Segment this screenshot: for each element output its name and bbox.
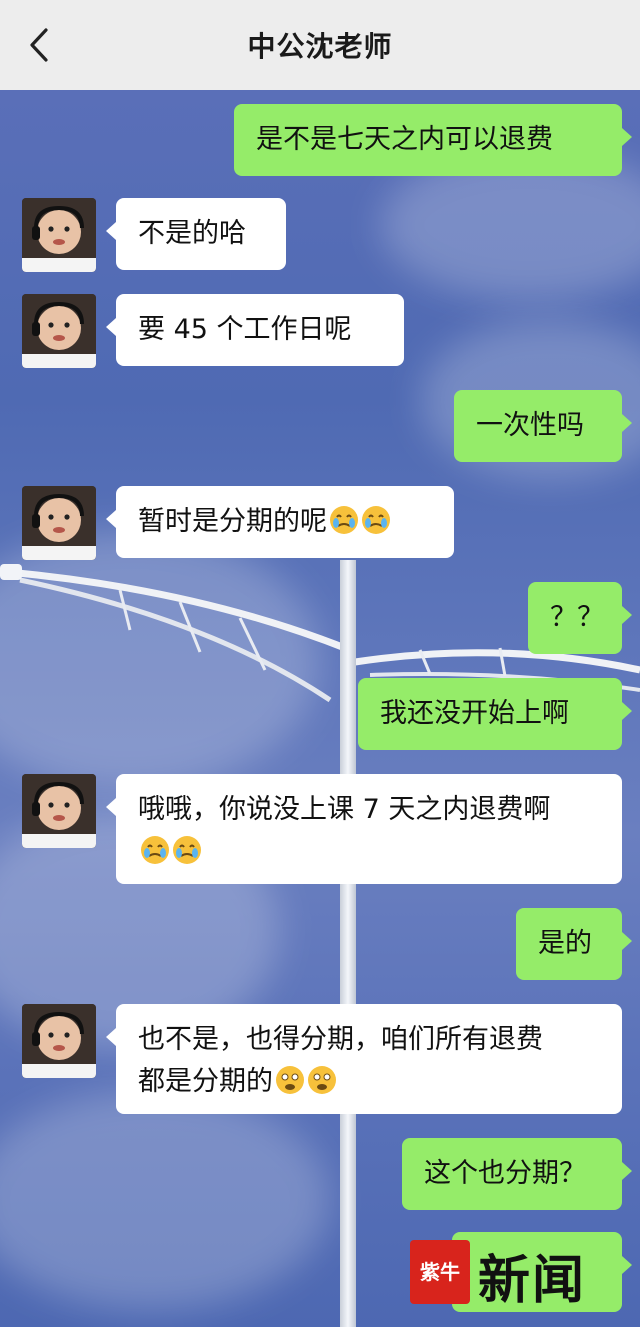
message-bubble-sent[interactable]: 一次性吗 — [454, 390, 632, 462]
message-bubble-sent[interactable]: 我还没开始上啊 — [358, 678, 632, 750]
message-text: 都是分期的 — [138, 1066, 273, 1097]
message-bubble-sent[interactable]: ？？ — [528, 582, 632, 654]
baby-avatar-icon — [22, 294, 96, 368]
avatar[interactable] — [22, 486, 96, 560]
message-text: 是不是七天之内可以退费 — [256, 124, 553, 155]
message-bubble-sent[interactable]: 是不是七天之内可以退费 — [234, 104, 632, 176]
zi-niu-logo: 紫牛 — [410, 1240, 470, 1304]
chat-header: 中公沈老师 — [0, 0, 640, 90]
message-bubble-received[interactable]: 暂时是分期的呢 — [106, 486, 454, 558]
message-text: ？？ — [550, 602, 604, 633]
message-text: 不是的哈 — [138, 218, 246, 249]
crying-face-icon — [141, 836, 169, 864]
crying-face-icon — [173, 836, 201, 864]
message-bubble-received[interactable]: 哦哦，你说没上课 7 天之内退费啊 — [106, 774, 622, 884]
avatar[interactable] — [22, 774, 96, 848]
baby-avatar-icon — [22, 774, 96, 848]
lamp-pole — [340, 560, 356, 1327]
avatar[interactable] — [22, 198, 96, 272]
crying-face-icon — [330, 506, 358, 534]
message-text: 我还没开始上啊 — [380, 698, 569, 729]
message-bubble-received[interactable]: 不是的哈 — [106, 198, 286, 270]
message-bubble-sent[interactable]: 是的 — [516, 908, 632, 980]
back-arrow-icon[interactable] — [22, 26, 58, 64]
message-text: 这个也分期？ — [424, 1158, 586, 1189]
chat-title: 中公沈老师 — [247, 30, 393, 63]
message-bubble-sent[interactable]: 这个也分期？ — [402, 1138, 632, 1210]
message-bubble-received[interactable]: 也不是，也得分期，咱们所有退费 都是分期的 — [106, 1004, 622, 1114]
message-text: 一次性吗 — [476, 410, 584, 441]
cloud-decoration — [0, 1090, 330, 1310]
message-text: 也不是，也得分期，咱们所有退费 — [138, 1024, 543, 1055]
crying-face-icon — [362, 506, 390, 534]
watermark-text: 新闻 — [478, 1250, 587, 1311]
baby-avatar-icon — [22, 1004, 96, 1078]
message-text: 是的 — [538, 928, 592, 959]
message-bubble-received[interactable]: 要 45 个工作日呢 — [106, 294, 404, 366]
baby-avatar-icon — [22, 486, 96, 560]
sad-face-icon — [276, 1066, 304, 1094]
avatar[interactable] — [22, 1004, 96, 1078]
avatar[interactable] — [22, 294, 96, 368]
message-text: 暂时是分期的呢 — [138, 506, 327, 537]
baby-avatar-icon — [22, 198, 96, 272]
sad-face-icon — [308, 1066, 336, 1094]
message-text: 哦哦，你说没上课 7 天之内退费啊 — [138, 794, 551, 825]
message-text: 要 45 个工作日呢 — [138, 314, 352, 345]
